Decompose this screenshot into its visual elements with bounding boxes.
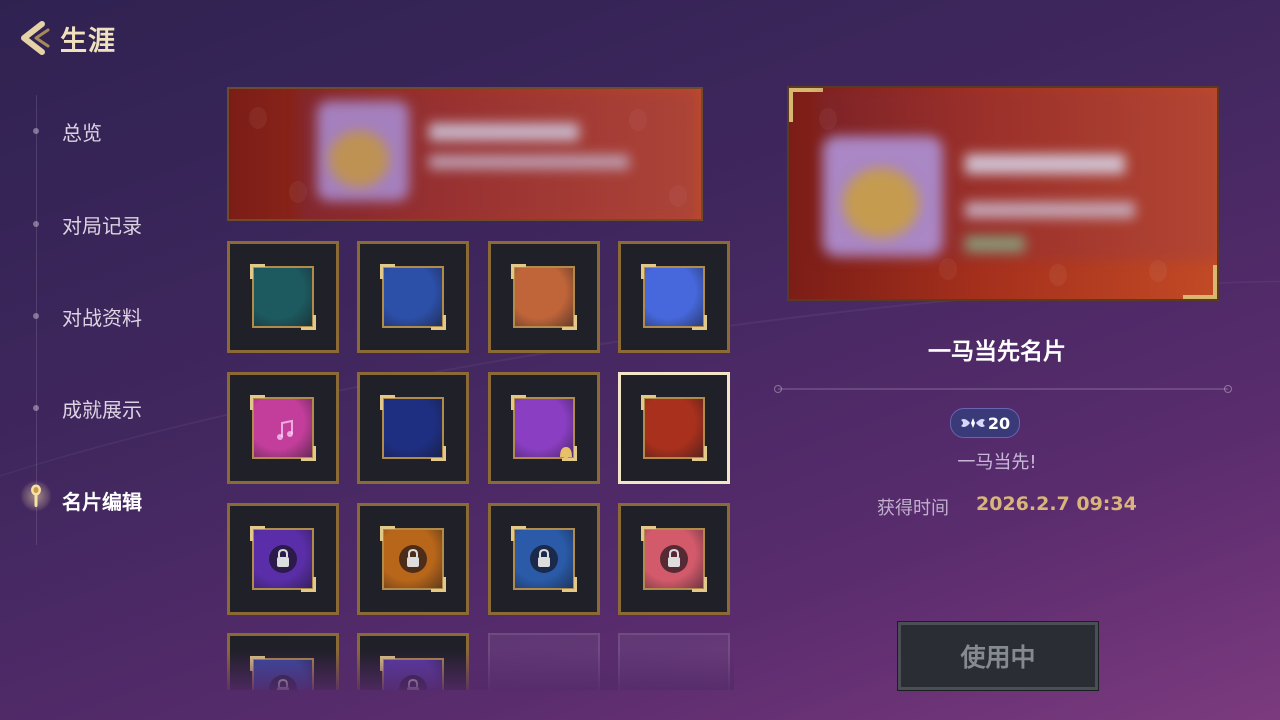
lock-icon [530, 545, 558, 573]
card-name: 一马当先名片 [928, 339, 1066, 365]
sidebar-item-overview[interactable]: 总览 [20, 111, 200, 151]
card-option-locked[interactable] [227, 503, 339, 615]
card-option[interactable] [227, 372, 339, 484]
lock-icon [269, 545, 297, 573]
lock-icon [269, 675, 297, 690]
blur-overlay [299, 89, 699, 219]
card-option[interactable] [488, 372, 600, 484]
wings-icon [960, 418, 985, 428]
sidebar-item-battle-stats[interactable]: 对战资料 [20, 296, 200, 336]
nav-dot [33, 221, 39, 227]
chevron-left-icon[interactable] [14, 18, 54, 58]
sidebar-item-match-history[interactable]: 对局记录 [20, 204, 200, 244]
card-slot-empty [618, 633, 730, 690]
sidebar-item-label: 对战资料 [62, 305, 142, 330]
selected-card-preview [787, 86, 1219, 301]
card-option[interactable] [357, 372, 469, 484]
obtained-time-label: 获得时间 [877, 498, 949, 519]
card-preview-banner [227, 87, 703, 221]
card-option-locked[interactable] [618, 503, 730, 615]
sidebar-item-card-edit[interactable]: 名片编辑 [20, 480, 200, 520]
music-note-icon [277, 419, 293, 440]
lock-icon [399, 545, 427, 573]
page-header: 生涯 [14, 18, 116, 58]
badge-value: 20 [987, 413, 1011, 433]
spoon-icon [31, 484, 41, 507]
card-swatch [252, 658, 314, 690]
frame-corner [789, 88, 823, 122]
lock-icon [399, 675, 427, 690]
card-description: 一马当先! [957, 452, 1037, 473]
blur-overlay [819, 88, 1217, 260]
card-option-selected[interactable] [618, 372, 730, 484]
card-option[interactable] [227, 241, 339, 353]
nav-dot [33, 313, 39, 319]
nav-dot [33, 405, 39, 411]
bell-icon [560, 447, 572, 460]
card-swatch [382, 658, 444, 690]
sidebar-item-label: 成就展示 [62, 397, 142, 422]
rarity-badge: 20 [950, 408, 1020, 438]
card-option[interactable] [618, 241, 730, 353]
card-option-locked[interactable] [357, 633, 469, 690]
sidebar-item-label: 对局记录 [62, 213, 142, 238]
card-slot-empty [488, 633, 600, 690]
card-option-locked[interactable] [357, 503, 469, 615]
card-option-locked[interactable] [227, 633, 339, 690]
card-option[interactable] [357, 241, 469, 353]
divider [774, 385, 1232, 393]
in-use-button[interactable]: 使用中 [897, 621, 1099, 691]
card-option-locked[interactable] [488, 503, 600, 615]
sidebar-item-label: 总览 [62, 120, 102, 145]
sidebar-item-achievements[interactable]: 成就展示 [20, 388, 200, 428]
card-option[interactable] [488, 241, 600, 353]
sidebar-item-label: 名片编辑 [62, 489, 142, 514]
card-grid [226, 240, 734, 690]
page-title: 生涯 [60, 25, 116, 57]
nav-dot [33, 128, 39, 134]
lock-icon [660, 545, 688, 573]
frame-corner [1183, 265, 1217, 299]
obtained-time-value: 2026.2.7 09:34 [976, 493, 1137, 515]
